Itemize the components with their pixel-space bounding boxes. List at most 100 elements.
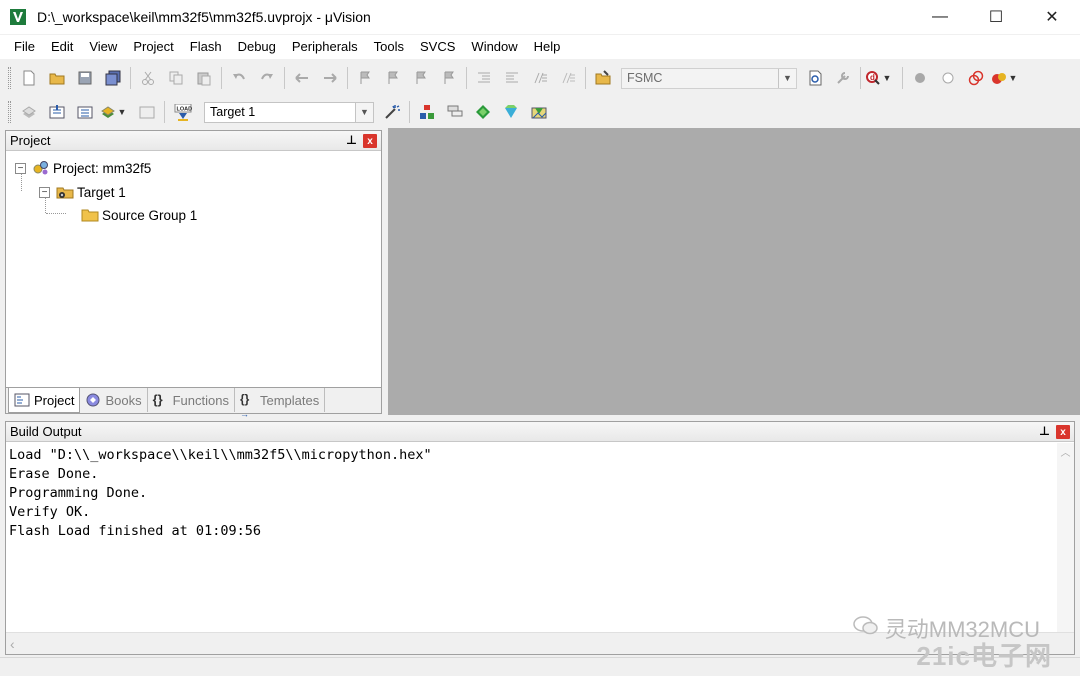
minimize-button[interactable]: — bbox=[912, 0, 968, 34]
translate-icon bbox=[21, 104, 37, 120]
bookmark-clear-button[interactable] bbox=[435, 66, 463, 90]
tab-project[interactable]: Project bbox=[8, 388, 81, 413]
save-button[interactable] bbox=[71, 66, 99, 90]
scroll-up-icon[interactable]: ︿ bbox=[1057, 443, 1074, 460]
menu-peripherals[interactable]: Peripherals bbox=[284, 35, 366, 59]
menu-edit[interactable]: Edit bbox=[43, 35, 81, 59]
menu-file[interactable]: File bbox=[6, 35, 43, 59]
tab-functions-label: Functions bbox=[172, 392, 229, 408]
close-window-button[interactable]: ✕ bbox=[1024, 0, 1080, 34]
pack-installer-button[interactable] bbox=[525, 100, 553, 124]
close-panel-button[interactable]: x bbox=[1056, 425, 1070, 439]
pin-icon[interactable]: ⊥ bbox=[1039, 424, 1050, 438]
kill-breakpoints-button[interactable]: ▼ bbox=[990, 66, 1018, 90]
batch-build-icon bbox=[100, 104, 116, 120]
pin-icon[interactable]: ⊥ bbox=[346, 133, 357, 147]
stop-build-button[interactable] bbox=[133, 100, 161, 124]
redo-button[interactable] bbox=[253, 66, 281, 90]
cut-button[interactable] bbox=[134, 66, 162, 90]
tab-templates[interactable]: {}→ Templates bbox=[235, 388, 326, 419]
save-all-button[interactable] bbox=[99, 66, 127, 90]
manage-project-items-button[interactable] bbox=[413, 100, 441, 124]
vertical-scrollbar[interactable]: ︿ bbox=[1057, 443, 1074, 633]
bookmark-toggle-button[interactable] bbox=[351, 66, 379, 90]
paste-button[interactable] bbox=[190, 66, 218, 90]
insert-breakpoint-button[interactable] bbox=[906, 66, 934, 90]
menu-project[interactable]: Project bbox=[125, 35, 181, 59]
menu-svcs[interactable]: SVCS bbox=[412, 35, 463, 59]
nav-forward-button[interactable] bbox=[316, 66, 344, 90]
menu-flash[interactable]: Flash bbox=[182, 35, 230, 59]
debug-session-button[interactable]: d ▼ bbox=[864, 66, 892, 90]
bookmark-next-icon bbox=[413, 70, 429, 86]
build-button[interactable] bbox=[43, 100, 71, 124]
tree-project-label: Project: mm32f5 bbox=[53, 160, 152, 176]
configure-button[interactable] bbox=[829, 66, 857, 90]
tree-item-project[interactable]: − Project: mm32f5 bbox=[15, 158, 151, 178]
manage-rte-button[interactable] bbox=[497, 100, 525, 124]
comment-icon bbox=[532, 70, 548, 86]
editor-area[interactable] bbox=[388, 128, 1080, 415]
indent-button[interactable] bbox=[470, 66, 498, 90]
select-packs-button[interactable] bbox=[469, 100, 497, 124]
rebuild-button[interactable] bbox=[71, 100, 99, 124]
enable-breakpoint-button[interactable] bbox=[934, 66, 962, 90]
collapse-icon[interactable]: − bbox=[39, 186, 50, 198]
menu-view[interactable]: View bbox=[81, 35, 125, 59]
breakpoint-empty-icon bbox=[940, 70, 956, 86]
bookmark-next-button[interactable] bbox=[407, 66, 435, 90]
unindent-icon bbox=[504, 70, 520, 86]
nav-back-button[interactable] bbox=[288, 66, 316, 90]
collapse-icon[interactable]: − bbox=[15, 162, 26, 174]
breakpoint-filled-icon bbox=[912, 70, 928, 86]
bookmark-prev-icon bbox=[385, 70, 401, 86]
chevron-down-icon[interactable]: ▼ bbox=[1009, 73, 1018, 83]
unindent-button[interactable] bbox=[498, 66, 526, 90]
chevron-down-icon[interactable]: ▼ bbox=[118, 107, 127, 117]
layers-icon bbox=[447, 104, 463, 120]
target-combo[interactable]: Target 1 ▼ bbox=[204, 101, 374, 123]
toolbar-separator bbox=[409, 101, 410, 123]
rte-gem-icon bbox=[503, 104, 519, 120]
output-line: Verify OK. bbox=[9, 504, 91, 520]
build-output-text[interactable]: Load "D:\\_workspace\\keil\\mm32f5\\micr… bbox=[9, 446, 432, 541]
arrow-left-icon bbox=[294, 70, 310, 86]
new-file-button[interactable] bbox=[15, 66, 43, 90]
chevron-down-icon[interactable]: ▼ bbox=[883, 73, 892, 83]
menu-debug[interactable]: Debug bbox=[230, 35, 284, 59]
load-download-button[interactable]: LOAD bbox=[168, 100, 196, 124]
comment-button[interactable] bbox=[526, 66, 554, 90]
close-panel-button[interactable]: x bbox=[363, 134, 377, 148]
chevron-down-icon[interactable]: ▼ bbox=[778, 68, 796, 88]
tab-functions[interactable]: {} Functions bbox=[148, 388, 235, 412]
batch-build-button[interactable]: ▼ bbox=[99, 100, 127, 124]
manage-books-button[interactable] bbox=[441, 100, 469, 124]
open-file-button[interactable] bbox=[43, 66, 71, 90]
copy-button[interactable] bbox=[162, 66, 190, 90]
disable-breakpoints-button[interactable] bbox=[962, 66, 990, 90]
translate-button[interactable] bbox=[15, 100, 43, 124]
find-in-files-button[interactable] bbox=[589, 66, 617, 90]
toolbar-grip[interactable] bbox=[8, 101, 11, 123]
file-toolbar: FSMC ▼ d ▼ ▼ bbox=[0, 62, 1080, 94]
target-options-button[interactable] bbox=[378, 100, 406, 124]
menu-help[interactable]: Help bbox=[526, 35, 569, 59]
undo-button[interactable] bbox=[225, 66, 253, 90]
menu-tools[interactable]: Tools bbox=[366, 35, 412, 59]
keil-app-icon bbox=[9, 8, 27, 26]
maximize-button[interactable]: ☐ bbox=[968, 0, 1024, 34]
uncomment-button[interactable] bbox=[554, 66, 582, 90]
tree-item-target[interactable]: − Target 1 bbox=[39, 182, 126, 202]
title-bar: D:\_workspace\keil\mm32f5\mm32f5.uvprojx… bbox=[0, 0, 1080, 34]
find-combo[interactable]: FSMC ▼ bbox=[621, 67, 797, 89]
tab-books[interactable]: Books bbox=[80, 388, 148, 412]
tree-item-source-group[interactable]: Source Group 1 bbox=[81, 205, 197, 225]
incremental-find-button[interactable] bbox=[801, 66, 829, 90]
stop-build-icon bbox=[139, 104, 155, 120]
bookmark-prev-button[interactable] bbox=[379, 66, 407, 90]
scroll-left-icon[interactable]: ‹ bbox=[10, 636, 15, 652]
output-line: Load "D:\\_workspace\\keil\\mm32f5\\micr… bbox=[9, 447, 432, 463]
chevron-down-icon[interactable]: ▼ bbox=[355, 102, 373, 122]
menu-window[interactable]: Window bbox=[463, 35, 525, 59]
toolbar-grip[interactable] bbox=[8, 67, 11, 89]
